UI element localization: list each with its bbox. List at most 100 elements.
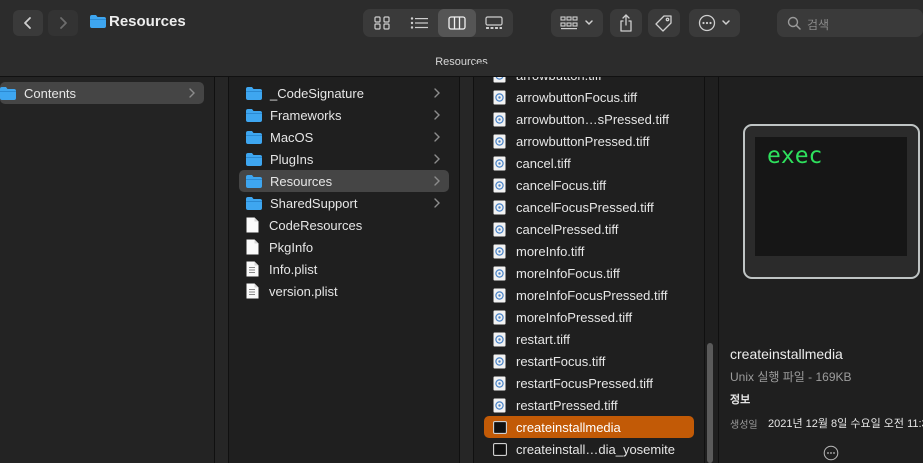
more-circle-icon[interactable] (823, 445, 839, 461)
gallery-view-button[interactable] (476, 9, 514, 37)
image-file-icon (493, 244, 506, 258)
file-row[interactable]: version.plist (239, 280, 449, 302)
search-field[interactable]: 검색 (777, 9, 923, 37)
file-row[interactable]: CodeResources (239, 214, 449, 236)
file-row[interactable]: Resources (239, 170, 449, 192)
image-file-icon (493, 354, 506, 368)
back-button[interactable] (13, 10, 43, 36)
file-row[interactable]: arrowbuttonFocus.tiff (484, 86, 694, 108)
file-row[interactable]: cancelPressed.tiff (484, 218, 694, 240)
file-name: restart.tiff (516, 331, 570, 347)
file-row[interactable]: moreInfoFocusPressed.tiff (484, 284, 694, 306)
share-icon (620, 14, 632, 32)
file-row[interactable]: arrowbutton…sPressed.tiff (484, 108, 694, 130)
scrollbar-thumb[interactable] (707, 343, 713, 463)
file-name: moreInfoFocusPressed.tiff (516, 287, 668, 303)
file-row[interactable]: restart.tiff (484, 328, 694, 350)
executable-icon (493, 420, 507, 434)
columns-icon (448, 16, 466, 30)
file-name: createinstall…dia_yosemite (516, 441, 675, 457)
plist-icon (246, 261, 259, 277)
file-row[interactable]: createinstallmedia (484, 416, 694, 438)
file-name: restartPressed.tiff (516, 397, 618, 413)
file-preview-icon: exec (743, 124, 920, 279)
file-row[interactable]: _CodeSignature (239, 82, 449, 104)
file-name: restartFocus.tiff (516, 353, 606, 369)
folder-icon (246, 196, 262, 210)
chevron-right-icon (189, 88, 195, 98)
list-icon (411, 17, 429, 29)
file-name: restartFocusPressed.tiff (516, 375, 654, 391)
ellipsis-circle-icon (698, 14, 716, 32)
file-row[interactable]: SharedSupport (239, 192, 449, 214)
image-file-icon (493, 156, 506, 170)
file-row[interactable]: createinstall…dia_yosemite (484, 438, 694, 460)
file-name: SharedSupport (270, 195, 358, 211)
terminal-screen: exec (755, 137, 907, 256)
file-row[interactable]: Frameworks (239, 104, 449, 126)
file-name: version.plist (269, 283, 338, 299)
chevron-down-icon (722, 20, 730, 26)
tag-icon (655, 15, 672, 32)
file-name: createinstallmedia (516, 419, 621, 435)
file-name: Frameworks (270, 107, 342, 123)
executable-icon (493, 442, 507, 456)
file-name: cancelFocusPressed.tiff (516, 199, 654, 215)
file-row[interactable]: arrowbuttonPressed.tiff (484, 130, 694, 152)
file-row[interactable]: Contents (0, 82, 204, 104)
document-icon (246, 239, 259, 255)
file-name: arrowbuttonFocus.tiff (516, 89, 638, 105)
file-name: moreInfoPressed.tiff (516, 309, 633, 325)
file-row[interactable]: moreInfo.tiff (484, 240, 694, 262)
file-name: Resources (270, 173, 333, 189)
file-name: MacOS (270, 129, 314, 145)
share-button[interactable] (610, 9, 642, 37)
document-icon (246, 217, 259, 233)
file-name: moreInfoFocus.tiff (516, 265, 620, 281)
search-icon (787, 16, 801, 30)
icon-view-button[interactable] (363, 9, 401, 37)
file-row[interactable]: restartPressed.tiff (484, 394, 694, 416)
chevron-left-icon (24, 17, 31, 29)
plist-icon (246, 283, 259, 299)
column-divider[interactable] (214, 77, 229, 463)
folder-icon (246, 86, 262, 100)
file-row[interactable]: PlugIns (239, 148, 449, 170)
forward-button[interactable] (48, 10, 78, 36)
image-file-icon (493, 200, 506, 214)
image-file-icon (493, 90, 506, 104)
file-row[interactable]: restartFocusPressed.tiff (484, 372, 694, 394)
column-1 (0, 77, 214, 463)
file-row[interactable]: Info.plist (239, 258, 449, 280)
column-view-button[interactable] (438, 9, 476, 37)
list-view-button[interactable] (401, 9, 439, 37)
created-label: 생성일 (730, 420, 758, 431)
file-row[interactable]: MacOS (239, 126, 449, 148)
image-file-icon (493, 332, 506, 346)
file-row[interactable]: moreInfoPressed.tiff (484, 306, 694, 328)
file-row[interactable]: cancel.tiff (484, 152, 694, 174)
chevron-right-icon (60, 17, 67, 29)
file-row[interactable]: moreInfoFocus.tiff (484, 262, 694, 284)
folder-icon (246, 174, 262, 188)
column-divider[interactable] (459, 77, 474, 463)
file-name: PlugIns (270, 151, 314, 167)
preview-file-kind: Unix 실행 파일 - 169KB (730, 370, 852, 384)
file-name: arrowbutton…sPressed.tiff (516, 111, 669, 127)
image-file-icon (493, 310, 506, 324)
group-button[interactable] (551, 9, 603, 37)
tab-title: Resources (435, 56, 488, 68)
action-button[interactable] (689, 9, 740, 37)
image-file-icon (493, 398, 506, 412)
file-name: cancel.tiff (516, 155, 571, 171)
file-row[interactable]: PkgInfo (239, 236, 449, 258)
image-file-icon (493, 266, 506, 280)
chevron-right-icon (434, 110, 440, 120)
preview-file-name: createinstallmedia (730, 346, 843, 362)
window-title: Resources (109, 13, 186, 30)
file-row[interactable]: cancelFocusPressed.tiff (484, 196, 694, 218)
file-row[interactable]: restartFocus.tiff (484, 350, 694, 372)
file-row[interactable]: cancelFocus.tiff (484, 174, 694, 196)
tag-button[interactable] (648, 9, 680, 37)
file-name: Contents (24, 85, 77, 101)
